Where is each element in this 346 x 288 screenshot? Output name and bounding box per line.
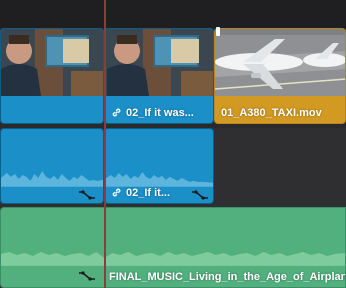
video-clip-a380-taxi[interactable]: 01_A380_TAXI.mov <box>214 28 346 124</box>
audio-waveform <box>1 252 345 266</box>
audio-waveform <box>105 172 213 187</box>
interview-thumbnail <box>105 29 213 96</box>
audio-clip-if-it[interactable]: 02_If it... <box>104 128 214 204</box>
interview-thumbnail <box>1 29 103 96</box>
track-gap <box>0 0 346 28</box>
audio-clip-interview-1[interactable] <box>0 128 104 204</box>
link-icon <box>112 108 121 117</box>
music-clip[interactable]: FINAL_MUSIC_Living_in_the_Age_of_Airplan… <box>0 207 346 288</box>
clip-thumbnail <box>105 29 213 96</box>
clip-label: 02_If it was... <box>111 107 194 119</box>
volume-curve-icon[interactable] <box>78 269 96 281</box>
video-clip-interview-1[interactable] <box>0 28 104 124</box>
clip-label-text: 02_If it... <box>126 187 171 199</box>
timeline: 02_If it was... 01_A380_TAXI.mov 02_If i… <box>0 0 346 288</box>
clip-label: FINAL_MUSIC_Living_in_the_Age_of_Airplan… <box>109 271 346 283</box>
clip-label: 01_A380_TAXI.mov <box>221 107 322 119</box>
video-clip-if-it-was[interactable]: 02_If it was... <box>104 28 214 124</box>
clip-thumbnail <box>1 29 103 96</box>
volume-curve-icon[interactable] <box>191 188 209 200</box>
clip-label-text: 02_If it was... <box>126 107 194 119</box>
volume-curve-icon[interactable] <box>78 188 96 200</box>
link-icon <box>112 188 121 197</box>
airplane-thumbnail <box>215 29 345 96</box>
clip-thumbnail <box>215 29 345 96</box>
edit-point-marker[interactable] <box>216 27 220 36</box>
audio-waveform <box>1 171 103 187</box>
playhead[interactable] <box>104 0 106 288</box>
clip-label: 02_If it... <box>111 187 170 199</box>
